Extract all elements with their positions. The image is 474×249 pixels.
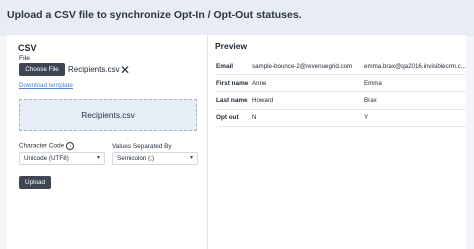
table-cell: sample-bounce-2@revenuegrid.com bbox=[252, 58, 364, 76]
table-row: Last name Howard Brax bbox=[216, 91, 466, 110]
table-row: Opt out N Y bbox=[216, 109, 466, 127]
character-code-label: Character Code i bbox=[19, 142, 75, 150]
csv-heading: CSV bbox=[18, 43, 37, 53]
close-icon[interactable]: ✕ bbox=[120, 64, 130, 76]
file-dropzone[interactable]: Recipients.csv bbox=[19, 99, 197, 131]
row-header: Last name bbox=[216, 91, 252, 110]
separator-label: Values Separated By bbox=[112, 143, 172, 150]
table-row: First name Anne Emma bbox=[216, 74, 466, 93]
chevron-down-icon: ▾ bbox=[189, 155, 193, 161]
top-bar: Upload a CSV file to synchronize Opt-In … bbox=[0, 0, 474, 36]
row-header: Opt out bbox=[216, 109, 252, 127]
separator-select[interactable]: Semicolon (;) ▾ bbox=[112, 152, 198, 165]
dropzone-file-name: Recipients.csv bbox=[81, 110, 135, 120]
table-cell: Emma bbox=[364, 74, 466, 93]
table-cell: Howard bbox=[252, 91, 364, 110]
upload-card: CSV File Choose File Recipients.csv ✕ Do… bbox=[7, 35, 466, 249]
choose-file-button[interactable]: Choose File bbox=[19, 63, 65, 76]
separator-value: Semicolon (;) bbox=[117, 155, 155, 162]
info-icon[interactable]: i bbox=[66, 142, 75, 150]
preview-panel: Preview Email sample-bounce-2@revenuegri… bbox=[208, 35, 466, 249]
download-template-link[interactable]: Download template bbox=[19, 82, 73, 89]
preview-table: Email sample-bounce-2@revenuegrid.com em… bbox=[216, 58, 466, 127]
row-header: Email bbox=[216, 58, 252, 76]
character-code-label-text: Character Code bbox=[19, 142, 65, 150]
file-label: File bbox=[19, 55, 30, 62]
table-cell: Anne bbox=[252, 74, 364, 93]
table-cell: Brax bbox=[364, 91, 466, 110]
row-header: First name bbox=[216, 74, 252, 93]
table-cell: emma.brax@qa2016.invisiblecrm.c... bbox=[364, 58, 466, 76]
table-cell: N bbox=[252, 109, 364, 127]
table-cell: Y bbox=[364, 109, 466, 127]
character-code-select[interactable]: Unicode (UTF8) ▾ bbox=[19, 152, 105, 165]
preview-heading: Preview bbox=[215, 41, 248, 51]
selected-file-name: Recipients.csv bbox=[68, 65, 120, 74]
csv-panel: CSV File Choose File Recipients.csv ✕ Do… bbox=[7, 35, 207, 249]
chevron-down-icon: ▾ bbox=[96, 155, 100, 161]
table-row: Email sample-bounce-2@revenuegrid.com em… bbox=[216, 58, 466, 76]
character-code-value: Unicode (UTF8) bbox=[24, 155, 69, 162]
upload-button[interactable]: Upload bbox=[19, 176, 51, 189]
page-title: Upload a CSV file to synchronize Opt-In … bbox=[7, 9, 302, 21]
